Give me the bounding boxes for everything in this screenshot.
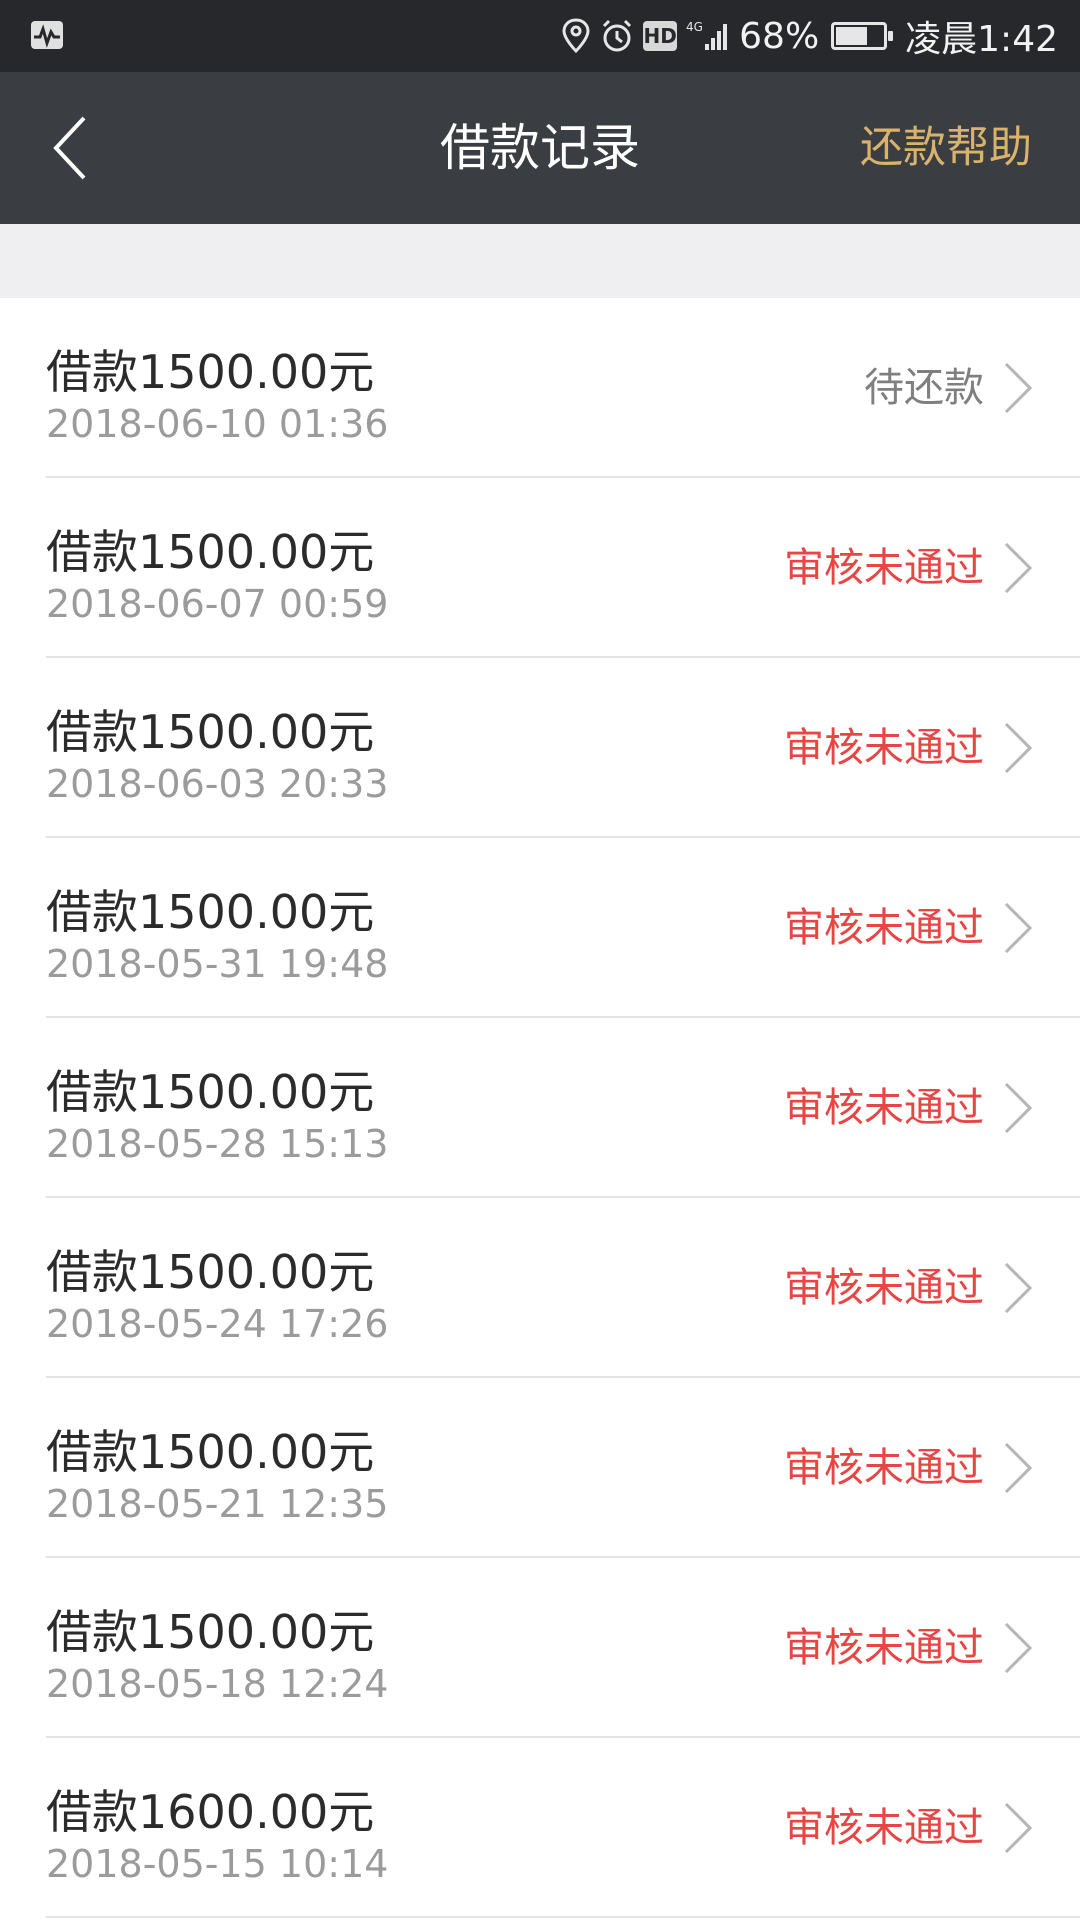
list-item[interactable]: 借款1500.00元 2018-05-21 12:35 审核未通过 xyxy=(0,1378,1080,1558)
loan-datetime: 2018-05-18 12:24 xyxy=(46,1662,389,1706)
loan-datetime: 2018-06-07 00:59 xyxy=(46,582,389,626)
status-badge: 审核未通过 xyxy=(784,1445,984,1491)
clock-time: 凌晨1:42 xyxy=(905,19,1058,60)
status-badge: 审核未通过 xyxy=(784,1265,984,1311)
svg-text:4G: 4G xyxy=(686,20,703,34)
navigation-bar: 借款记录 还款帮助 xyxy=(0,72,1080,224)
alarm-clock-icon xyxy=(599,18,635,54)
status-badge: 审核未通过 xyxy=(784,725,984,771)
list-item[interactable]: 借款1500.00元 2018-05-31 19:48 审核未通过 xyxy=(0,838,1080,1018)
section-spacer xyxy=(0,224,1080,298)
status-icons: HD 4G 68% 凌晨1:42 xyxy=(561,0,1058,72)
list-item[interactable]: 借款1500.00元 2018-05-18 12:24 审核未通过 xyxy=(0,1558,1080,1738)
loan-amount: 借款1500.00元 xyxy=(46,885,375,939)
chevron-right-icon xyxy=(1004,1262,1033,1314)
loan-datetime: 2018-05-31 19:48 xyxy=(46,942,389,986)
loan-datetime: 2018-05-24 17:26 xyxy=(46,1302,389,1346)
loan-datetime: 2018-05-28 15:13 xyxy=(46,1122,389,1166)
loan-amount: 借款1600.00元 xyxy=(46,1785,375,1839)
repayment-help-link[interactable]: 还款帮助 xyxy=(860,72,1032,224)
signal-4g-icon: 4G xyxy=(685,18,731,54)
battery-percent: 68% xyxy=(739,15,820,57)
loan-amount: 借款1500.00元 xyxy=(46,1065,375,1119)
chevron-right-icon xyxy=(1004,1622,1033,1674)
list-item[interactable]: 借款1500.00元 2018-05-24 17:26 审核未通过 xyxy=(0,1198,1080,1378)
status-badge: 审核未通过 xyxy=(784,1085,984,1131)
list-item[interactable]: 借款1500.00元 2018-06-10 01:36 待还款 xyxy=(0,298,1080,478)
location-icon xyxy=(561,18,591,54)
chevron-right-icon xyxy=(1004,1802,1033,1854)
loan-amount: 借款1500.00元 xyxy=(46,1605,375,1659)
list-item[interactable]: 借款1500.00元 2018-05-28 15:13 审核未通过 xyxy=(0,1018,1080,1198)
status-badge: 审核未通过 xyxy=(784,1805,984,1851)
activity-monitor-icon xyxy=(30,18,64,52)
battery-level-fill xyxy=(836,27,868,45)
status-badge: 审核未通过 xyxy=(784,545,984,591)
loan-amount: 借款1500.00元 xyxy=(46,345,375,399)
hd-icon: HD xyxy=(643,21,678,51)
status-bar: HD 4G 68% 凌晨1:42 xyxy=(0,0,1080,72)
chevron-right-icon xyxy=(1004,542,1033,594)
chevron-right-icon xyxy=(1004,362,1033,414)
list-item[interactable]: 借款1500.00元 2018-06-07 00:59 审核未通过 xyxy=(0,478,1080,658)
loan-datetime: 2018-06-10 01:36 xyxy=(46,402,389,446)
chevron-right-icon xyxy=(1004,902,1033,954)
loan-datetime: 2018-05-15 10:14 xyxy=(46,1842,389,1886)
status-badge: 待还款 xyxy=(864,365,984,411)
loan-amount: 借款1500.00元 xyxy=(46,525,375,579)
status-badge: 审核未通过 xyxy=(784,1625,984,1671)
chevron-right-icon xyxy=(1004,722,1033,774)
list-item[interactable]: 借款1600.00元 2018-05-15 10:14 审核未通过 xyxy=(0,1738,1080,1918)
chevron-right-icon xyxy=(1004,1442,1033,1494)
loan-amount: 借款1500.00元 xyxy=(46,1245,375,1299)
loan-amount: 借款1500.00元 xyxy=(46,1425,375,1479)
status-badge: 审核未通过 xyxy=(784,905,984,951)
loan-record-list: 借款1500.00元 2018-06-10 01:36 待还款 借款1500.0… xyxy=(0,298,1080,1918)
battery-icon xyxy=(831,22,894,50)
list-item[interactable]: 借款1500.00元 2018-06-03 20:33 审核未通过 xyxy=(0,658,1080,838)
loan-datetime: 2018-06-03 20:33 xyxy=(46,762,389,806)
loan-amount: 借款1500.00元 xyxy=(46,705,375,759)
loan-datetime: 2018-05-21 12:35 xyxy=(46,1482,389,1526)
chevron-right-icon xyxy=(1004,1082,1033,1134)
